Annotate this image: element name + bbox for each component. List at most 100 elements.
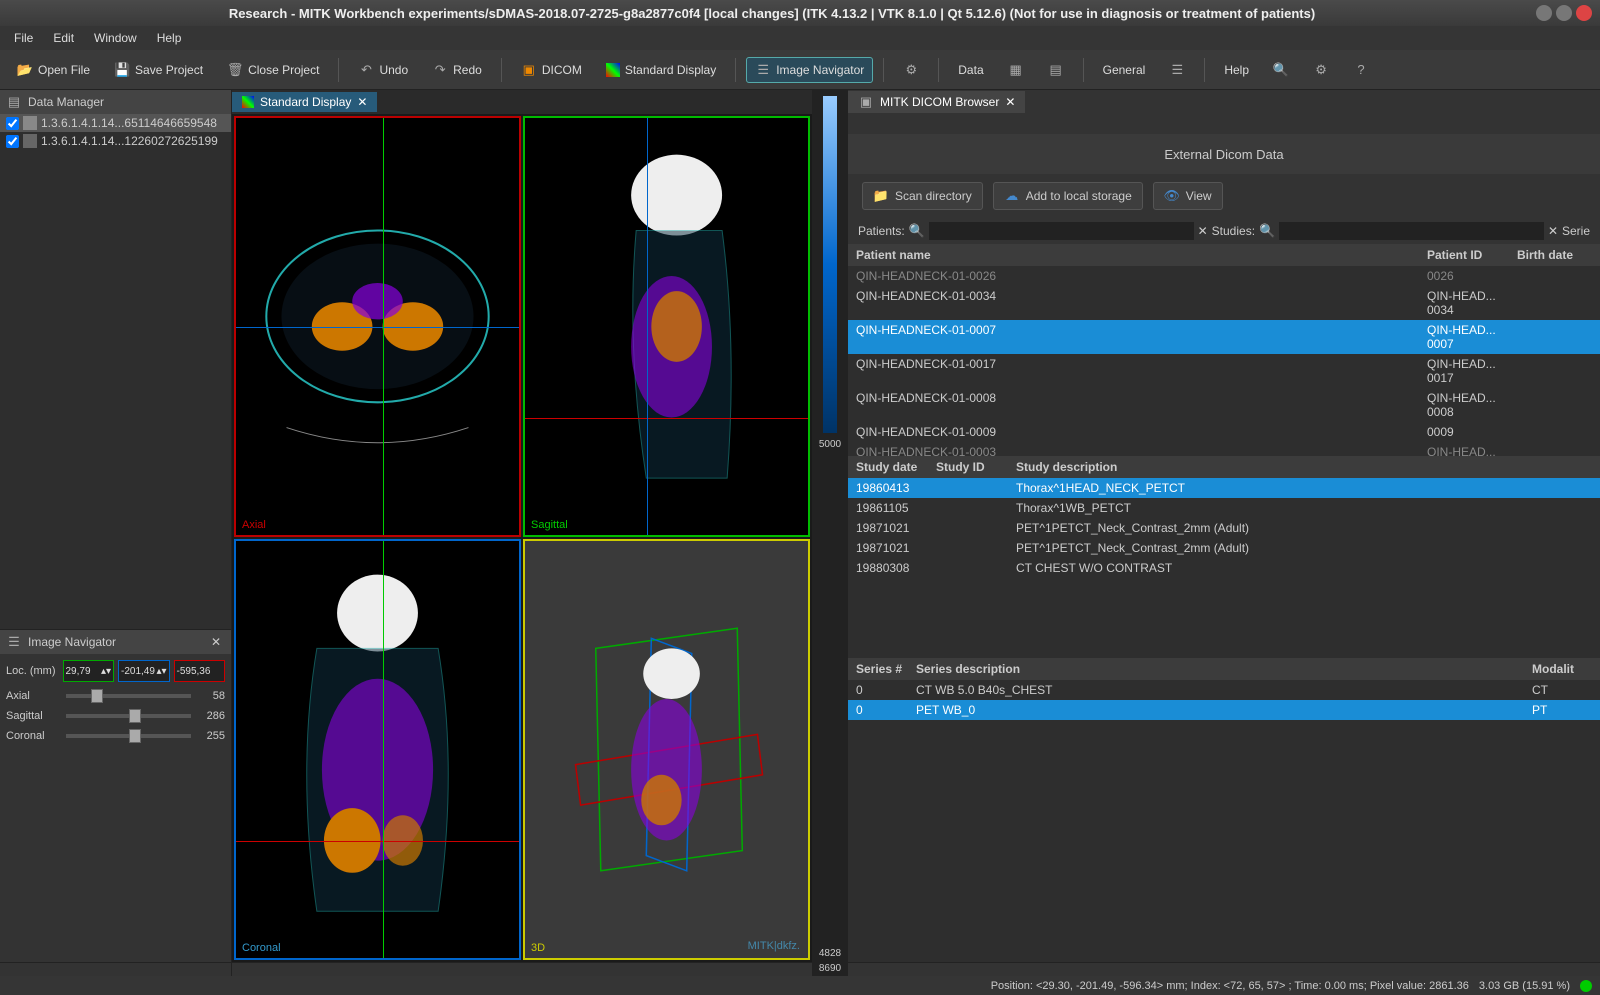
- sliders-icon: ☰: [6, 634, 22, 650]
- table-row[interactable]: QIN-HEADNECK-01-0003QIN-HEAD...: [848, 442, 1600, 456]
- layout-icon: ▤: [1048, 62, 1064, 78]
- toolbar: 📂Open File 💾Save Project 🗑Close Project …: [0, 50, 1600, 90]
- menu-window[interactable]: Window: [86, 28, 145, 48]
- menu-help[interactable]: Help: [149, 28, 190, 48]
- visibility-checkbox[interactable]: [6, 117, 19, 130]
- minimize-button[interactable]: [1536, 5, 1552, 21]
- table-row[interactable]: QIN-HEADNECK-01-0017QIN-HEAD... 0017: [848, 354, 1600, 388]
- loc-z-spinner[interactable]: -595,36: [174, 660, 226, 682]
- table-row[interactable]: 19871021PET^1PETCT_Neck_Contrast_2mm (Ad…: [848, 538, 1600, 558]
- save-project-button[interactable]: 💾Save Project: [105, 57, 212, 83]
- view-button[interactable]: 👁View: [1153, 182, 1223, 210]
- menubar: File Edit Window Help: [0, 26, 1600, 50]
- axial-slider[interactable]: [66, 694, 191, 698]
- list-icon: ☰: [1169, 62, 1185, 78]
- menu-file[interactable]: File: [6, 28, 41, 48]
- table-row[interactable]: QIN-HEADNECK-01-0007QIN-HEAD... 0007: [848, 320, 1600, 354]
- study-table[interactable]: 19860413Thorax^1HEAD_NECK_PETCT19861105T…: [848, 478, 1600, 658]
- coronal-viewport[interactable]: Coronal: [234, 539, 521, 960]
- search-icon: 🔍: [909, 223, 925, 239]
- open-file-button[interactable]: 📂Open File: [8, 57, 99, 83]
- maximize-button[interactable]: [1556, 5, 1572, 21]
- memory-status: 3.03 GB (15.91 %): [1479, 980, 1570, 992]
- standard-display-button[interactable]: Standard Display: [597, 58, 725, 82]
- scrollbar[interactable]: [232, 962, 812, 976]
- studies-filter-input[interactable]: [1279, 222, 1544, 240]
- series-table[interactable]: 0CT WB 5.0 B40s_CHESTCT0PET WB_0PT: [848, 680, 1600, 962]
- scan-directory-button[interactable]: 📁Scan directory: [862, 182, 983, 210]
- general-button[interactable]: General: [1094, 58, 1155, 82]
- data-tree[interactable]: 1.3.6.1.4.1.14...65114646659548 1.3.6.1.…: [0, 114, 231, 630]
- patients-filter-input[interactable]: [929, 222, 1194, 240]
- volume-icon: [23, 116, 37, 130]
- left-panel: ▤ Data Manager 1.3.6.1.4.1.14...65114646…: [0, 90, 232, 976]
- close-project-button[interactable]: 🗑Close Project: [218, 57, 328, 83]
- display-icon: [242, 96, 254, 108]
- search-button[interactable]: 🔍: [1264, 57, 1298, 83]
- table-row[interactable]: 19880308CT CHEST W/O CONTRAST: [848, 558, 1600, 578]
- loc-y-spinner[interactable]: -201,49▴▾: [118, 660, 170, 682]
- close-icon[interactable]: ✕: [357, 95, 367, 109]
- coronal-slider[interactable]: [66, 734, 191, 738]
- table-row[interactable]: 0PET WB_0PT: [848, 700, 1600, 720]
- center-panel: Standard Display ✕ Axial: [232, 90, 812, 976]
- tab-dicom-browser[interactable]: ▣ MITK DICOM Browser ✕: [848, 91, 1025, 113]
- tab-standard-display[interactable]: Standard Display ✕: [232, 92, 377, 112]
- folder-icon: 📁: [873, 188, 889, 204]
- layout-icon: ▦: [1008, 62, 1024, 78]
- unknown-tool-button[interactable]: ⚙: [894, 57, 928, 83]
- table-row[interactable]: QIN-HEADNECK-01-00090009: [848, 422, 1600, 442]
- statusbar: Position: <29.30, -201.49, -596.34> mm; …: [0, 976, 1600, 995]
- close-button[interactable]: [1576, 5, 1592, 21]
- undo-button[interactable]: ↶Undo: [349, 57, 417, 83]
- tree-item[interactable]: 1.3.6.1.4.1.14...65114646659548: [0, 114, 231, 132]
- axial-viewport[interactable]: Axial: [234, 116, 521, 537]
- settings-button[interactable]: ⚙: [1304, 57, 1338, 83]
- dicom-icon: ▣: [858, 94, 874, 110]
- question-icon: ?: [1353, 62, 1369, 78]
- help-button[interactable]: Help: [1215, 58, 1258, 82]
- table-row[interactable]: QIN-HEADNECK-01-0034QIN-HEAD... 0034: [848, 286, 1600, 320]
- menu-edit[interactable]: Edit: [45, 28, 82, 48]
- layout2-button[interactable]: ▤: [1039, 57, 1073, 83]
- tree-item[interactable]: 1.3.6.1.4.1.14...12260272625199: [0, 132, 231, 150]
- table-row[interactable]: 0CT WB 5.0 B40s_CHESTCT: [848, 680, 1600, 700]
- image-navigator-header: ☰ Image Navigator ✕: [0, 630, 231, 654]
- table-row[interactable]: QIN-HEADNECK-01-00260026: [848, 266, 1600, 286]
- sagittal-slider-row: Sagittal 286: [6, 710, 225, 722]
- undo-icon: ↶: [358, 62, 374, 78]
- list-button[interactable]: ☰: [1160, 57, 1194, 83]
- intensity-bar[interactable]: 5000 4828 8690: [812, 90, 848, 976]
- table-row[interactable]: 19860413Thorax^1HEAD_NECK_PETCT: [848, 478, 1600, 498]
- table-row[interactable]: 19871021PET^1PETCT_Neck_Contrast_2mm (Ad…: [848, 518, 1600, 538]
- data-button[interactable]: Data: [949, 58, 992, 82]
- dicom-browser-panel: ▣ MITK DICOM Browser ✕ External Dicom Da…: [848, 90, 1600, 976]
- clear-icon[interactable]: ✕: [1548, 224, 1558, 238]
- table-row[interactable]: QIN-HEADNECK-01-0008QIN-HEAD... 0008: [848, 388, 1600, 422]
- about-button[interactable]: ?: [1344, 57, 1378, 83]
- sagittal-slider[interactable]: [66, 714, 191, 718]
- dicom-button[interactable]: ▣DICOM: [512, 57, 591, 83]
- redo-icon: ↷: [432, 62, 448, 78]
- scrollbar[interactable]: [0, 962, 231, 976]
- redo-button[interactable]: ↷Redo: [423, 57, 491, 83]
- loc-x-spinner[interactable]: 29,79▴▾: [63, 660, 115, 682]
- panel-close-button[interactable]: ✕: [207, 635, 225, 649]
- sagittal-viewport[interactable]: Sagittal: [523, 116, 810, 537]
- add-local-storage-button[interactable]: ☁Add to local storage: [993, 182, 1143, 210]
- sliders-icon: ☰: [755, 62, 771, 78]
- series-table-head: Series # Series description Modalit: [848, 658, 1600, 680]
- image-navigator-button[interactable]: ☰Image Navigator: [746, 57, 873, 83]
- 3d-viewport[interactable]: 3D MITK|dkfz.: [523, 539, 810, 960]
- patient-table[interactable]: QIN-HEADNECK-01-00260026QIN-HEADNECK-01-…: [848, 266, 1600, 456]
- visibility-checkbox[interactable]: [6, 135, 19, 148]
- study-table-head: Study date Study ID Study description: [848, 456, 1600, 478]
- axial-slider-row: Axial 58: [6, 690, 225, 702]
- table-row[interactable]: 19861105Thorax^1WB_PETCT: [848, 498, 1600, 518]
- scrollbar[interactable]: [848, 962, 1600, 976]
- trash-icon: 🗑: [227, 62, 243, 78]
- clear-icon[interactable]: ✕: [1198, 224, 1208, 238]
- layout1-button[interactable]: ▦: [999, 57, 1033, 83]
- viewport-grid: Axial Sagittal: [232, 114, 812, 962]
- close-icon[interactable]: ✕: [1005, 95, 1015, 109]
